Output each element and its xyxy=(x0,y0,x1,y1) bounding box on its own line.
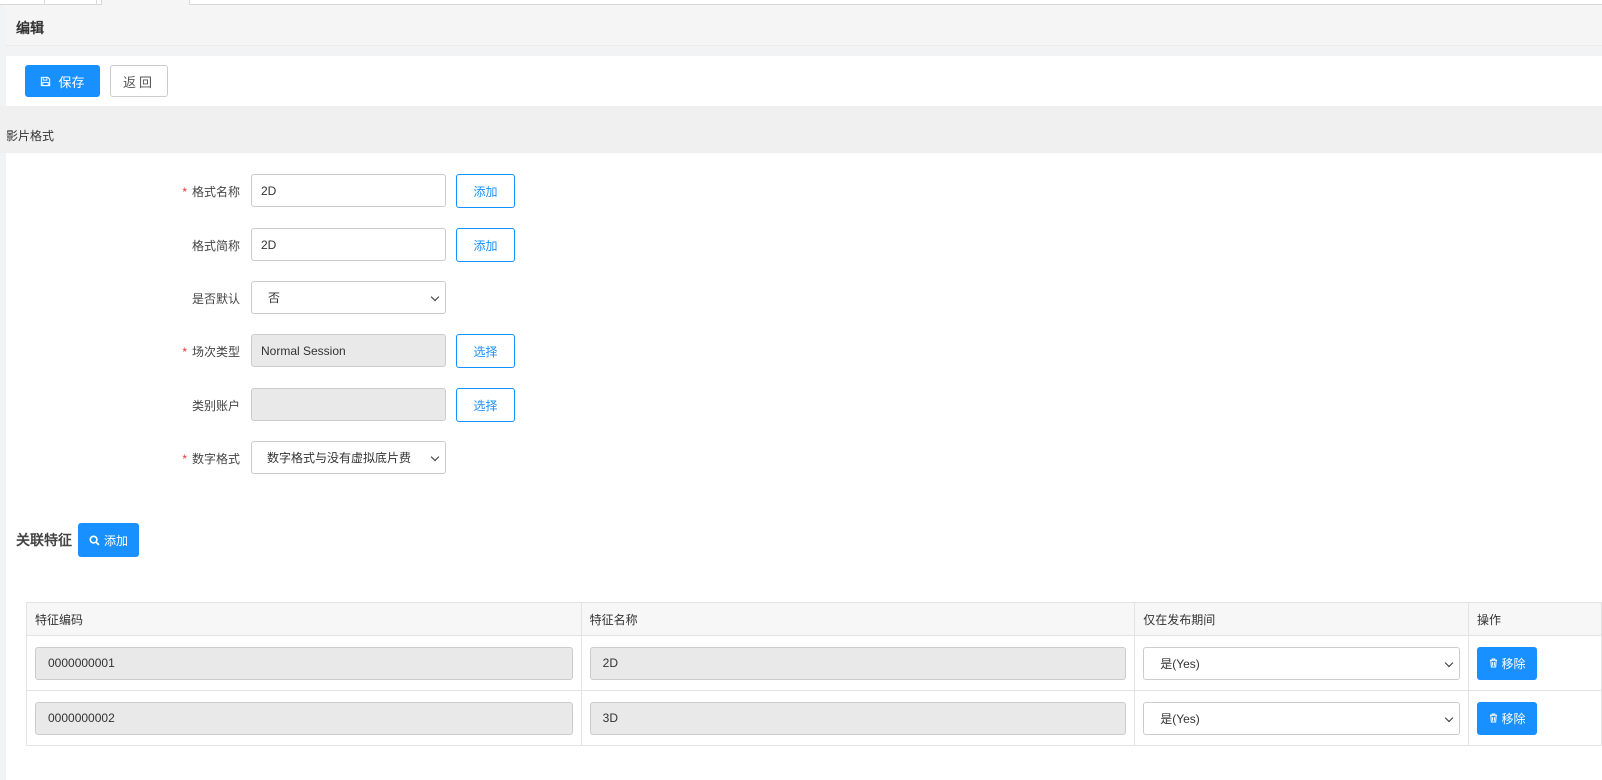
remove-label: 移除 xyxy=(1501,656,1526,671)
form-row-digital-format: * 数字格式 数字格式与没有虚拟底片费 xyxy=(6,441,566,475)
remove-label: 移除 xyxy=(1501,711,1526,726)
table-cell: 是(Yes) xyxy=(1134,635,1470,691)
remove-button[interactable]: 移除 xyxy=(1477,701,1538,735)
release-only-value: 是(Yes) xyxy=(1160,656,1200,671)
category-account-label: 类别账户 xyxy=(191,399,240,413)
release-only-value: 是(Yes) xyxy=(1160,711,1200,726)
is-default-label: 是否默认 xyxy=(191,292,240,306)
save-label: 保存 xyxy=(58,74,85,90)
form-row-session-type: * 场次类型 Normal Session 选择 xyxy=(6,334,566,368)
table-row: 0000000001 2D 是(Yes) 移除 xyxy=(26,635,1602,691)
column-header-name: 特征名称 xyxy=(580,602,1136,636)
required-mark: * xyxy=(182,185,187,199)
feature-code-field[interactable]: 0000000002 xyxy=(35,701,573,735)
format-form: * 格式名称 2D 添加 格式简称 2D 添加 是否默认 否 * 场次类型 Norm… xyxy=(6,153,1602,780)
page-title: 编辑 xyxy=(16,20,44,36)
section-header: 影片格式 xyxy=(0,106,1602,153)
table-cell: 3D xyxy=(580,690,1136,746)
feature-name-field[interactable]: 3D xyxy=(589,701,1127,735)
features-add-label: 添加 xyxy=(103,533,128,548)
feature-name-field[interactable]: 2D xyxy=(589,646,1127,680)
table-cell: 2D xyxy=(580,635,1136,691)
save-icon xyxy=(40,76,51,87)
format-short-add-button[interactable]: 添加 xyxy=(456,228,515,262)
features-table: 特征编码 特征名称 仅在发布期间 操作 0000000001 2D 是(Yes)… xyxy=(26,602,1602,746)
table-cell: 0000000002 xyxy=(26,690,582,746)
table-cell: 0000000001 xyxy=(26,635,582,691)
form-row-is-default: 是否默认 否 xyxy=(6,281,566,315)
features-add-button[interactable]: 添加 xyxy=(78,523,139,557)
table-cell: 是(Yes) xyxy=(1134,690,1470,746)
digital-format-select[interactable]: 数字格式与没有虚拟底片费 xyxy=(251,441,446,474)
digital-format-value: 数字格式与没有虚拟底片费 xyxy=(267,451,412,465)
required-mark: * xyxy=(182,452,187,466)
trash-icon xyxy=(1489,658,1498,668)
page-header: 编辑 xyxy=(6,5,1602,46)
section-title: 影片格式 xyxy=(6,129,55,143)
is-default-select[interactable]: 否 xyxy=(251,281,446,314)
features-title: 关联特征 xyxy=(16,532,72,548)
toolbar: 保存 返回 xyxy=(6,56,1602,106)
trash-icon xyxy=(1489,713,1498,723)
form-row-format-short: 格式简称 2D 添加 xyxy=(6,228,566,262)
form-row-format-name: * 格式名称 2D 添加 xyxy=(6,174,566,208)
table-cell: 移除 xyxy=(1468,690,1602,746)
form-row-category-account: 类别账户 选择 xyxy=(6,388,566,422)
session-type-select-button[interactable]: 选择 xyxy=(456,334,515,368)
table-header-row: 特征编码 特征名称 仅在发布期间 操作 xyxy=(26,602,1602,636)
category-account-input[interactable] xyxy=(251,388,446,421)
required-mark: * xyxy=(182,345,187,359)
search-icon xyxy=(89,534,100,546)
is-default-value: 否 xyxy=(268,291,281,305)
format-name-input[interactable]: 2D xyxy=(251,174,446,207)
back-button[interactable]: 返回 xyxy=(110,65,168,97)
table-cell: 移除 xyxy=(1468,635,1602,691)
release-only-select[interactable]: 是(Yes) xyxy=(1143,646,1461,680)
format-name-label: * 格式名称 xyxy=(182,185,240,199)
format-short-input[interactable]: 2D xyxy=(251,228,446,261)
column-header-action: 操作 xyxy=(1468,602,1602,636)
format-name-add-button[interactable]: 添加 xyxy=(456,174,515,208)
back-label: 返回 xyxy=(122,74,155,90)
format-short-label: 格式简称 xyxy=(191,239,240,253)
feature-code-field[interactable]: 0000000001 xyxy=(35,646,573,680)
session-type-label: * 场次类型 xyxy=(182,345,240,359)
column-header-release-only: 仅在发布期间 xyxy=(1134,602,1470,636)
save-button[interactable]: 保存 xyxy=(25,65,100,97)
category-account-select-button[interactable]: 选择 xyxy=(456,388,515,422)
table-row: 0000000002 3D 是(Yes) 移除 xyxy=(26,690,1602,746)
release-only-select[interactable]: 是(Yes) xyxy=(1143,701,1461,735)
remove-button[interactable]: 移除 xyxy=(1477,646,1538,680)
digital-format-label: * 数字格式 xyxy=(182,452,240,466)
session-type-input[interactable]: Normal Session xyxy=(251,334,446,367)
column-header-code: 特征编码 xyxy=(26,602,582,636)
